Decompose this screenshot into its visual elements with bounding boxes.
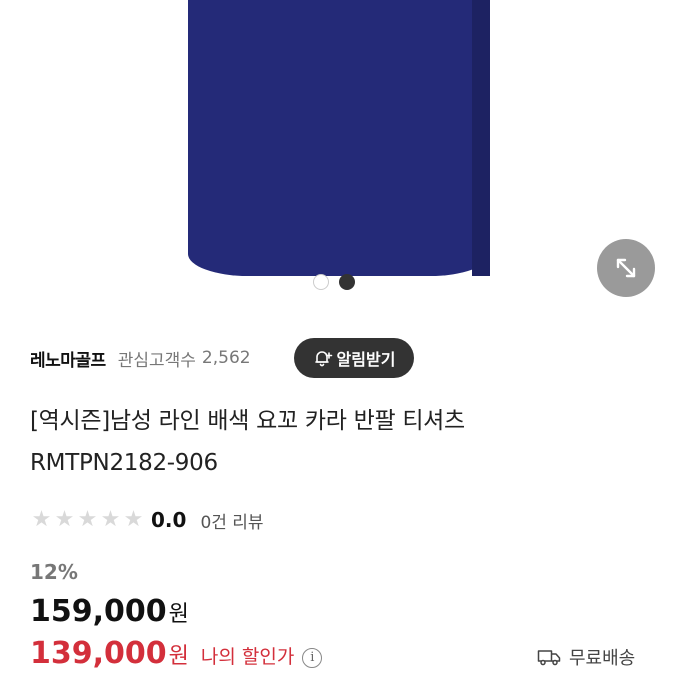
star-icon: ★ [77,507,98,532]
product-title: [역시즌]남성 라인 배색 요꼬 카라 반팔 티셔츠 [30,408,465,434]
followers-count: 2,562 [201,348,251,368]
sale-price-unit: 원 [168,644,189,669]
product-shirt-image [188,0,490,276]
shirt-side-panel [472,0,490,276]
brand-name[interactable]: 레노마골프 [30,346,106,371]
discount-rate: 12% [30,560,78,584]
product-title-block: [역시즌]남성 라인 배색 요꼬 카라 반팔 티셔츠 RMTPN2182-906 [30,400,650,484]
star-icon: ★ [54,507,75,532]
followers-label: 관심고객수 [117,350,196,371]
truck-icon [537,650,561,666]
rating-row[interactable]: ★ ★ ★ ★ ★ 0.0 0건 리뷰 [30,505,264,535]
shipping-label: 무료배송 [569,648,636,669]
pager-dot-1[interactable] [313,274,329,290]
sale-price: 139,000 원 나의 할인가 i [30,636,323,676]
product-code: RMTPN2182-906 [30,450,218,476]
sale-price-value: 139,000 [30,636,167,671]
sale-price-label: 나의 할인가 [200,646,295,668]
alert-subscribe-button[interactable]: 알림받기 [294,338,414,378]
star-rating: ★ ★ ★ ★ ★ [30,509,145,531]
alert-button-label: 알림받기 [336,350,396,369]
pager-dot-2[interactable] [339,274,355,290]
star-icon: ★ [100,507,121,532]
bell-plus-icon [314,351,332,367]
original-price-unit: 원 [168,602,189,627]
brand-row: 레노마골프 관심고객수 2,562 [30,338,251,378]
product-image[interactable] [0,0,673,300]
info-icon[interactable]: i [302,647,323,668]
rating-score: 0.0 [151,508,187,532]
image-pager [313,274,355,290]
star-icon: ★ [31,507,52,532]
expand-diagonal-icon [616,258,636,278]
shipping-info: 무료배송 [537,644,635,670]
review-count[interactable]: 0건 리뷰 [200,508,263,533]
star-icon: ★ [123,507,144,532]
expand-image-button[interactable] [597,239,655,297]
original-price-value: 159,000 [30,594,167,629]
original-price: 159,000 원 [30,594,189,634]
